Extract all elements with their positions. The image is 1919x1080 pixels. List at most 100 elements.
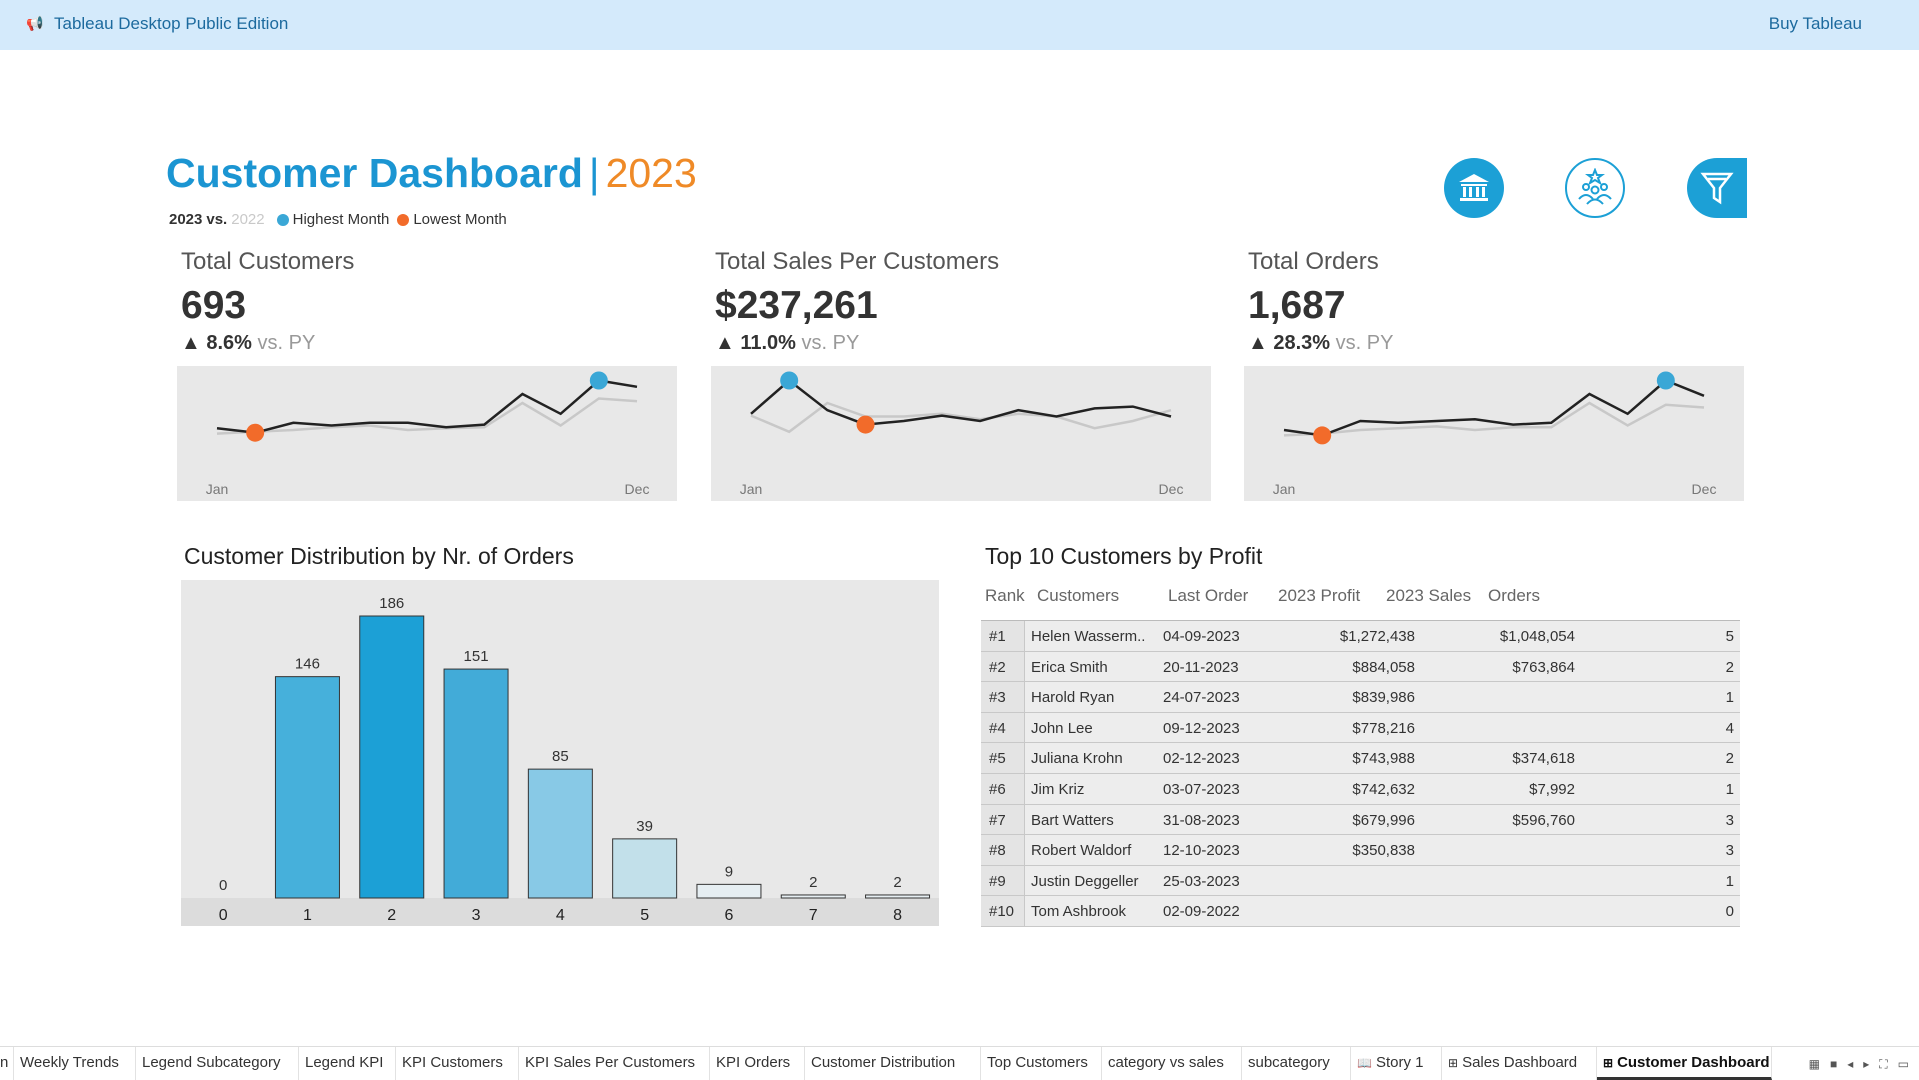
bar-value-label: 146 (295, 656, 320, 673)
tab-top-customers[interactable]: Top Customers (981, 1047, 1102, 1080)
rank: #2 (989, 658, 1006, 676)
sales: $596,760 (1512, 811, 1575, 829)
last-order: 09-12-2023 (1163, 719, 1240, 737)
rank: #9 (989, 872, 1006, 890)
next-icon[interactable]: ▸ (1863, 1057, 1869, 1072)
customer-name: Robert Waldorf (1031, 842, 1132, 860)
kpi-label: Total Sales Per Customers (715, 248, 1000, 275)
tab-legend-subcategory[interactable]: Legend Subcategory (136, 1047, 299, 1080)
bar[interactable] (780, 894, 846, 899)
customer-name: John Lee (1031, 719, 1093, 737)
tab-kpi-sales-per-customers[interactable]: KPI Sales Per Customers (519, 1047, 710, 1080)
single-view-icon[interactable]: ■ (1830, 1057, 1837, 1072)
tab-subcategory[interactable]: subcategory (1242, 1047, 1351, 1080)
tab-kpi-orders[interactable]: KPI Orders (710, 1047, 805, 1080)
top-customers-title: Top 10 Customers by Profit (985, 543, 1263, 569)
header-last-order[interactable]: Last Order (1168, 586, 1248, 606)
bar-value-label: 9 (725, 863, 733, 880)
profit: $778,216 (1352, 719, 1415, 737)
table-row[interactable]: #5 Juliana Krohn 02-12-2023 $743,988 $374,61… (981, 743, 1740, 774)
x-tick-label: 1 (303, 907, 312, 924)
sparkline-customers[interactable]: Jan Dec (177, 366, 677, 501)
header-customers[interactable]: Customers (1037, 586, 1119, 606)
highest-month-dot (276, 213, 289, 226)
tab-kpi-customers[interactable]: KPI Customers (396, 1047, 519, 1080)
last-order: 03-07-2023 (1163, 780, 1240, 798)
prev-icon[interactable]: ◂ (1847, 1057, 1853, 1072)
grid-view-icon[interactable]: ▦ (1809, 1057, 1820, 1072)
lowest-month-dot (397, 213, 410, 226)
kpi-delta-vs: vs. PY (257, 332, 316, 354)
fullscreen-icon[interactable]: ⛶ (1879, 1057, 1887, 1072)
tab-story-1[interactable]: 📖 Story 1 (1351, 1047, 1442, 1080)
customer-name: Juliana Krohn (1031, 750, 1123, 768)
tab-category-vs-sales[interactable]: category vs sales (1102, 1047, 1242, 1080)
bar[interactable] (443, 668, 509, 899)
rank: #8 (989, 842, 1006, 860)
kpi-delta-pct: 28.3% (1273, 332, 1331, 354)
bar[interactable] (527, 768, 593, 899)
tab-weekly-trends[interactable]: Weekly Trends (14, 1047, 136, 1080)
tab-customer-distribution[interactable]: Customer Distribution (805, 1047, 981, 1080)
lowest-month-point (856, 415, 875, 434)
dashboard-title: Customer Dashboard | 2023 (166, 150, 697, 197)
customers-icon[interactable] (1565, 158, 1625, 218)
tab-legend-kpi[interactable]: Legend KPI (299, 1047, 396, 1080)
bar[interactable] (612, 838, 678, 899)
sparkline-sales[interactable]: Jan Dec (711, 366, 1211, 501)
previous-year-line (1283, 401, 1705, 437)
sparkline-svg: Jan Dec (1273, 371, 1716, 497)
top-banner: 📢 Tableau Desktop Public Edition Buy Tab… (0, 0, 1919, 50)
bar-value-label: 2 (809, 874, 817, 891)
kpi-total-customers: Total Customers 693 ▲ 8.6% vs. PY (181, 248, 354, 355)
tab-n[interactable]: n (0, 1047, 14, 1080)
header-profit[interactable]: 2023 Profit (1278, 586, 1360, 606)
table-row[interactable]: #8 Robert Waldorf 12-10-2023 $350,838 3 (981, 835, 1740, 866)
sparkline-svg: Jan Dec (740, 371, 1183, 497)
filter-icon[interactable] (1687, 158, 1747, 218)
header-orders[interactable]: Orders (1488, 586, 1540, 606)
last-order: 20-11-2023 (1163, 658, 1239, 676)
buy-tableau-link[interactable]: Buy Tableau (1769, 14, 1862, 34)
table-row[interactable]: #9 Justin Deggeller 25-03-2023 1 (981, 865, 1740, 897)
sparkline-svg: Jan Dec (206, 371, 649, 497)
bar[interactable] (274, 676, 340, 899)
sparkline-orders[interactable]: Jan Dec (1244, 366, 1744, 501)
customer-name: Jim Kriz (1031, 780, 1085, 798)
current-year-line (750, 378, 1172, 426)
rank: #3 (989, 689, 1006, 707)
table-row[interactable]: #10 Tom Ashbrook 02-09-2022 0 (981, 896, 1740, 927)
up-arrow-icon: ▲ (181, 332, 201, 354)
header-rank[interactable]: Rank (985, 586, 1025, 606)
bar[interactable] (696, 883, 762, 899)
table-row[interactable]: #7 Bart Watters 31-08-2023 $679,996 $596,760… (981, 804, 1740, 836)
title-year: 2023 (605, 150, 697, 196)
bar[interactable] (865, 894, 931, 899)
lowest-month-point (1313, 426, 1332, 445)
lowest-month-point (246, 423, 265, 442)
bar[interactable] (359, 615, 425, 899)
table-row[interactable]: #1 Helen Wasserm.. 04-09-2023 $1,272,438 $1,… (981, 621, 1740, 652)
table-row[interactable]: #3 Harold Ryan 24-07-2023 $839,986 1 (981, 682, 1740, 713)
bank-icon[interactable] (1444, 158, 1504, 218)
kpi-delta-vs: vs. PY (1335, 332, 1394, 354)
table-row[interactable]: #4 John Lee 09-12-2023 $778,216 4 (981, 712, 1740, 744)
distribution-title: Customer Distribution by Nr. of Orders (184, 543, 574, 569)
table-row[interactable]: #6 Jim Kriz 03-07-2023 $742,632 $7,992 1 (981, 773, 1740, 805)
up-arrow-icon: ▲ (1248, 332, 1268, 354)
header-sales[interactable]: 2023 Sales (1386, 586, 1471, 606)
tab-sales-dashboard[interactable]: ⊞ Sales Dashboard (1442, 1047, 1597, 1080)
axis-start-label: Jan (740, 481, 763, 497)
presentation-icon[interactable]: ▭ (1898, 1057, 1909, 1072)
bar-value-label: 186 (379, 595, 404, 612)
last-order: 02-09-2022 (1163, 903, 1240, 921)
customer-name: Justin Deggeller (1031, 872, 1139, 890)
tab-customer-dashboard[interactable]: ⊞ Customer Dashboard (1597, 1047, 1772, 1080)
orders: 2 (1725, 658, 1734, 676)
tab-label: Top Customers (987, 1054, 1088, 1071)
bar-value-label: 85 (552, 748, 569, 765)
table-row[interactable]: #2 Erica Smith 20-11-2023 $884,058 $763,864 2 (981, 651, 1740, 683)
distribution-bars: 0 0 146 1 186 2 151 3 85 4 39 5 9 6 2 7 2 8 (181, 595, 939, 926)
sales: $1,048,054 (1499, 628, 1575, 645)
customer-name: Bart Watters (1031, 811, 1114, 829)
